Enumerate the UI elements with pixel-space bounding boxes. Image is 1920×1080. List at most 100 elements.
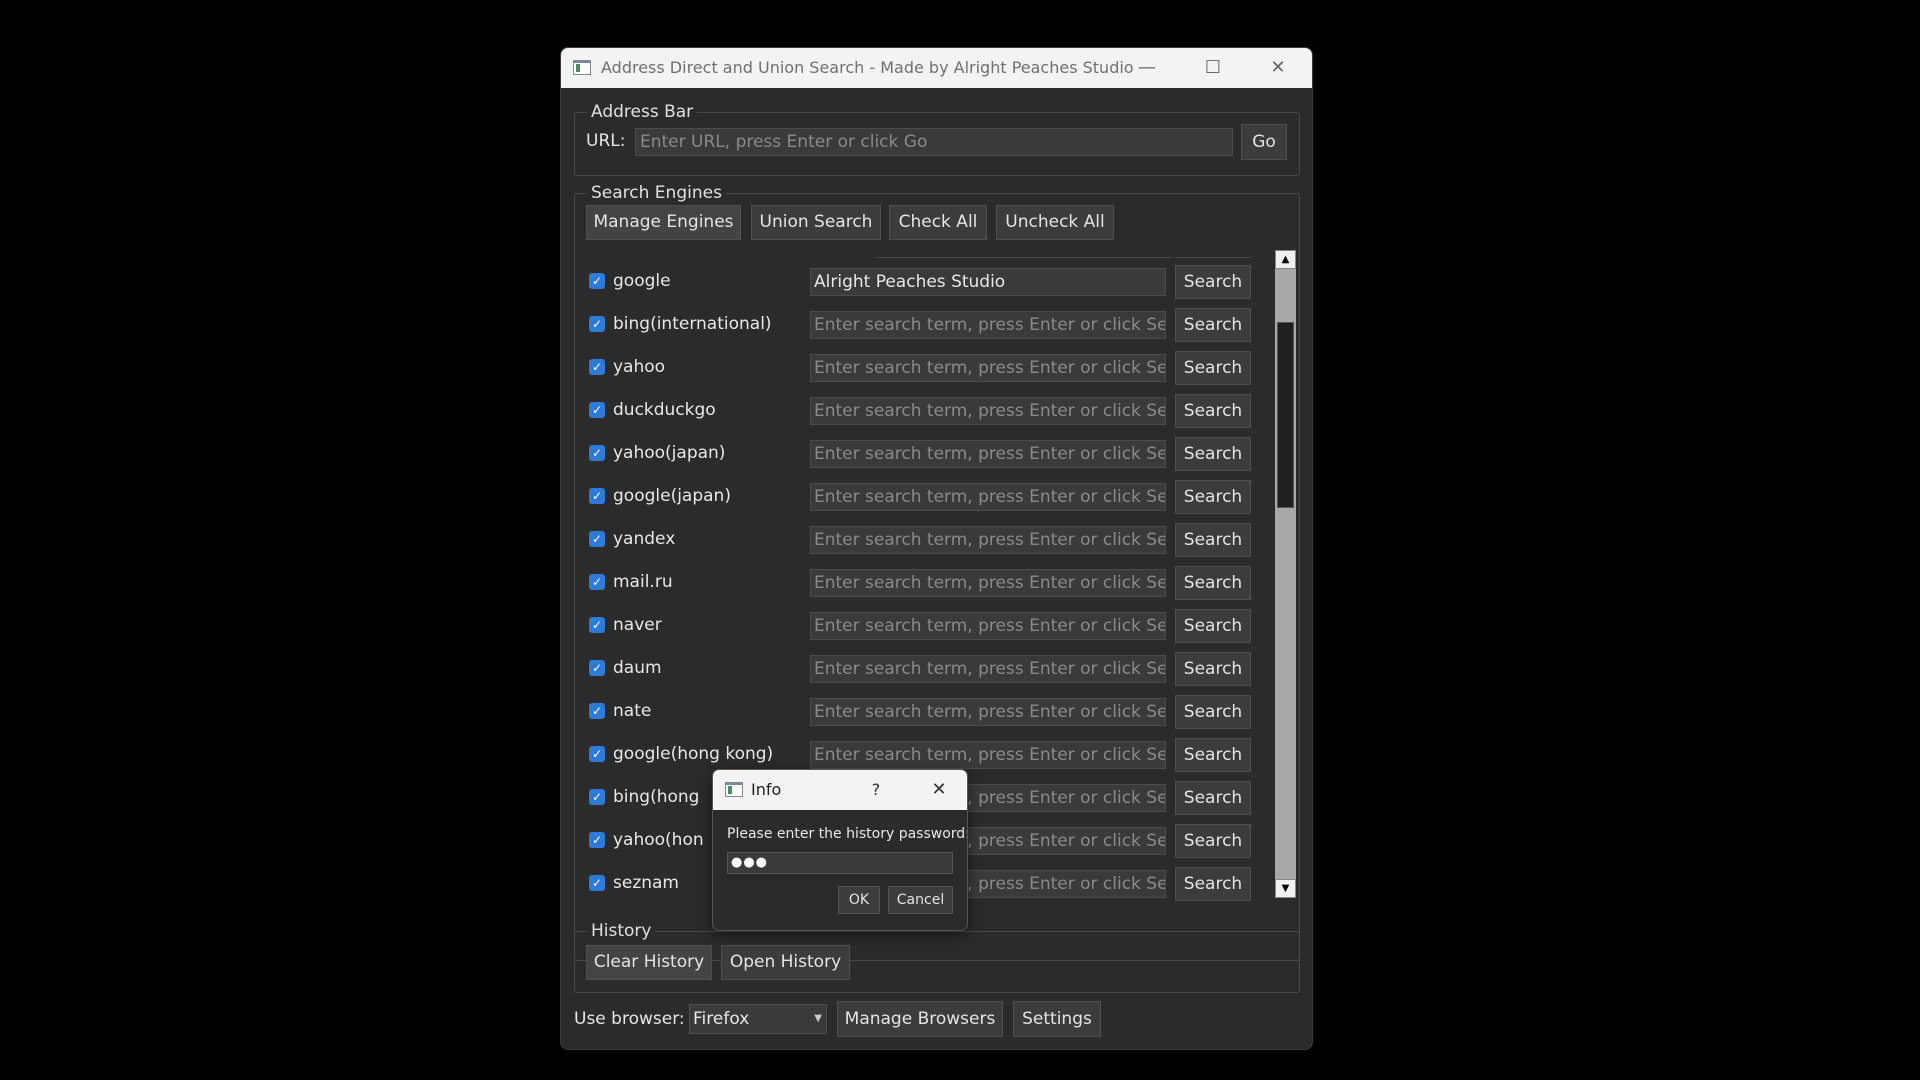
- engine-search-input[interactable]: Enter search term, press Enter or click …: [810, 655, 1166, 683]
- engine-search-input[interactable]: Enter search term, press Enter or click …: [810, 569, 1166, 597]
- engine-row: ✓ nate Enter search term, press Enter or c…: [575, 692, 1255, 735]
- manage-engines-button[interactable]: Manage Engines: [586, 205, 741, 240]
- manage-browsers-button[interactable]: Manage Browsers: [837, 1001, 1003, 1037]
- engine-checkbox[interactable]: ✓: [589, 402, 605, 418]
- engine-name: google: [613, 271, 671, 291]
- engine-checkbox[interactable]: ✓: [589, 445, 605, 461]
- engine-search-input[interactable]: Enter search term, press Enter or click …: [810, 354, 1166, 382]
- password-input[interactable]: ●●●: [727, 852, 953, 874]
- engine-row: ✓ google(japan) Enter search term, press E…: [575, 477, 1255, 520]
- engine-row: ✓ bing(international) Enter search term, p…: [575, 305, 1255, 348]
- dialog-title: Info: [751, 780, 782, 799]
- open-history-button[interactable]: Open History: [721, 945, 850, 980]
- engine-name: mail.ru: [613, 572, 673, 592]
- engine-search-input[interactable]: Enter search term, press Enter or click …: [810, 397, 1166, 425]
- engine-checkbox[interactable]: ✓: [589, 875, 605, 891]
- ok-button[interactable]: OK: [838, 886, 880, 914]
- engine-checkbox[interactable]: ✓: [589, 488, 605, 504]
- engine-search-input[interactable]: Enter search term, press Enter or click …: [810, 698, 1166, 726]
- engine-checkbox[interactable]: ✓: [589, 574, 605, 590]
- engine-checkbox[interactable]: ✓: [589, 617, 605, 633]
- engine-search-button[interactable]: Search: [1175, 867, 1251, 901]
- engine-name: yahoo(hon: [613, 830, 704, 850]
- title-bar[interactable]: Address Direct and Union Search - Made b…: [561, 48, 1312, 88]
- engine-name: nate: [613, 701, 652, 721]
- address-bar-group: Address Bar URL: Enter URL, press Enter …: [574, 101, 1300, 176]
- cancel-button[interactable]: Cancel: [888, 886, 953, 914]
- help-button[interactable]: ?: [861, 770, 891, 810]
- engine-search-button[interactable]: Search: [1175, 652, 1251, 686]
- engine-scrollbar[interactable]: ▲ ▼: [1275, 250, 1296, 898]
- scroll-down-arrow-icon[interactable]: ▼: [1275, 879, 1296, 898]
- engine-search-button[interactable]: Search: [1175, 523, 1251, 557]
- engine-checkbox[interactable]: ✓: [589, 789, 605, 805]
- engine-row: ✓ google Alright Peaches Studio Search: [575, 262, 1255, 305]
- search-engines-title: Search Engines: [587, 182, 726, 204]
- url-label: URL:: [586, 131, 626, 151]
- engine-search-button[interactable]: Search: [1175, 351, 1251, 385]
- app-icon: [725, 782, 743, 797]
- engine-checkbox[interactable]: ✓: [589, 359, 605, 375]
- dropdown-arrow-icon: ▼: [814, 1013, 822, 1024]
- engine-name: yandex: [613, 529, 676, 549]
- close-button[interactable]: ✕: [1250, 48, 1306, 88]
- engine-name: naver: [613, 615, 662, 635]
- use-browser-label: Use browser:: [574, 1009, 685, 1029]
- engine-search-input[interactable]: Enter search term, press Enter or click …: [810, 741, 1166, 769]
- browser-select[interactable]: Firefox ▼: [689, 1004, 827, 1034]
- engine-row: ✓ duckduckgo Enter search term, press Ente…: [575, 391, 1255, 434]
- password-prompt: Please enter the history password:: [727, 826, 967, 842]
- engine-row: ✓ naver Enter search term, press Enter or …: [575, 606, 1255, 649]
- engine-search-input[interactable]: Enter search term, press Enter or click …: [810, 612, 1166, 640]
- url-input[interactable]: Enter URL, press Enter or click Go: [635, 128, 1233, 156]
- engine-checkbox[interactable]: ✓: [589, 703, 605, 719]
- check-all-button[interactable]: Check All: [889, 205, 987, 240]
- engine-checkbox[interactable]: ✓: [589, 660, 605, 676]
- engine-search-button[interactable]: Search: [1175, 738, 1251, 772]
- dialog-title-bar[interactable]: Info ? ✕: [713, 770, 967, 810]
- engine-checkbox[interactable]: ✓: [589, 746, 605, 762]
- engine-search-button[interactable]: Search: [1175, 609, 1251, 643]
- engine-search-button[interactable]: Search: [1175, 695, 1251, 729]
- engine-search-input[interactable]: Enter search term, press Enter or click …: [810, 311, 1166, 339]
- engine-search-input[interactable]: Enter search term, press Enter or click …: [810, 440, 1166, 468]
- engine-search-button[interactable]: Search: [1175, 308, 1251, 342]
- engine-checkbox[interactable]: ✓: [589, 316, 605, 332]
- engine-row: ✓ yahoo(japan) Enter search term, press En…: [575, 434, 1255, 477]
- maximize-button[interactable]: ☐: [1185, 48, 1241, 88]
- engine-name: daum: [613, 658, 662, 678]
- minimize-button[interactable]: —: [1119, 48, 1175, 88]
- engine-search-input[interactable]: Enter search term, press Enter or click …: [810, 483, 1166, 511]
- dialog-close-button[interactable]: ✕: [921, 770, 957, 810]
- address-bar-title: Address Bar: [587, 101, 698, 123]
- go-button[interactable]: Go: [1241, 124, 1287, 160]
- engine-checkbox[interactable]: ✓: [589, 273, 605, 289]
- engine-checkbox[interactable]: ✓: [589, 531, 605, 547]
- engine-name: seznam: [613, 873, 679, 893]
- settings-button[interactable]: Settings: [1013, 1001, 1101, 1037]
- engine-search-input[interactable]: Enter search term, press Enter or click …: [810, 526, 1166, 554]
- scroll-up-arrow-icon[interactable]: ▲: [1275, 250, 1296, 269]
- clear-history-button[interactable]: Clear History: [586, 945, 712, 980]
- browser-select-value: Firefox: [693, 1009, 750, 1029]
- scroll-thumb[interactable]: [1277, 322, 1294, 508]
- union-search-button[interactable]: Union Search: [751, 205, 881, 240]
- history-group: History Clear History Open History: [574, 920, 1300, 993]
- engine-search-button[interactable]: Search: [1175, 437, 1251, 471]
- engine-search-button[interactable]: Search: [1175, 824, 1251, 858]
- engine-row: ✓ yahoo Enter search term, press Enter or …: [575, 348, 1255, 391]
- engine-search-button[interactable]: Search: [1175, 566, 1251, 600]
- history-title: History: [587, 920, 656, 942]
- engine-name: duckduckgo: [613, 400, 716, 420]
- engine-search-button[interactable]: Search: [1175, 394, 1251, 428]
- engine-name: google(hong kong): [613, 744, 774, 764]
- engine-checkbox[interactable]: ✓: [589, 832, 605, 848]
- engine-row: ✓ daum Enter search term, press Enter or c…: [575, 649, 1255, 692]
- engine-search-button[interactable]: Search: [1175, 781, 1251, 815]
- engine-search-input[interactable]: Alright Peaches Studio: [810, 268, 1166, 296]
- uncheck-all-button[interactable]: Uncheck All: [996, 205, 1114, 240]
- engine-search-button[interactable]: Search: [1175, 480, 1251, 514]
- engine-name: yahoo: [613, 357, 666, 377]
- engine-search-button[interactable]: Search: [1175, 265, 1251, 299]
- app-icon: [573, 60, 591, 75]
